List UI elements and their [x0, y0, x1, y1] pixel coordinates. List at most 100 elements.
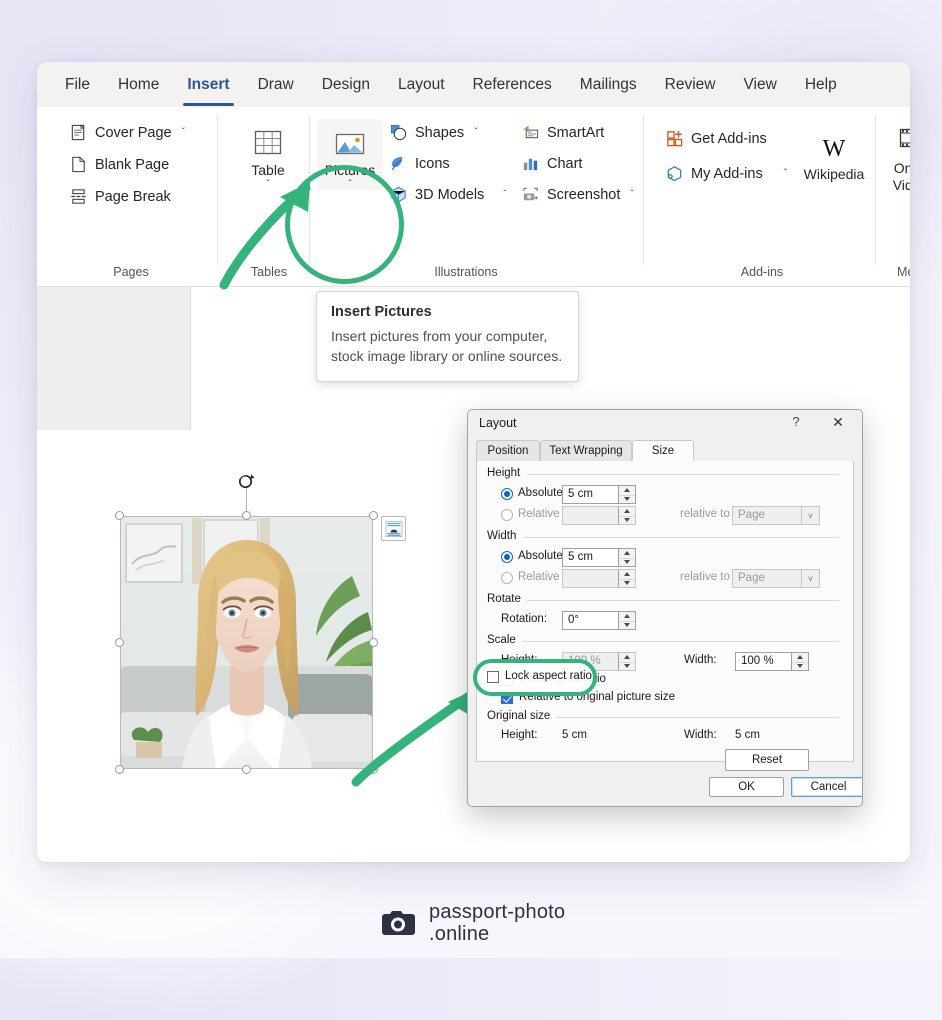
ribbon-tab-help[interactable]: Help: [795, 72, 847, 98]
height-relative-to-select[interactable]: Page ˅: [732, 506, 820, 525]
resize-handle-bottom-left[interactable]: [115, 765, 124, 774]
height-absolute-input[interactable]: 5 cm: [562, 485, 636, 504]
resize-handle-top-center[interactable]: [242, 511, 251, 520]
width-absolute-input[interactable]: 5 cm: [562, 548, 636, 567]
section-label-height: Height: [487, 467, 526, 479]
icons-button[interactable]: Icons: [385, 152, 454, 175]
chevron-down-icon[interactable]: ˇ: [182, 127, 185, 138]
screenshot-button[interactable]: Screenshot ˇ: [517, 183, 638, 206]
rotate-handle-icon[interactable]: [237, 472, 256, 491]
chevron-down-icon[interactable]: ˅: [801, 507, 819, 524]
height-relative-input[interactable]: [562, 506, 636, 525]
stepper-down-icon[interactable]: [619, 621, 635, 630]
stepper-down-icon[interactable]: [619, 516, 635, 525]
ribbon-tab-references[interactable]: References: [463, 72, 562, 98]
my-add-ins-button[interactable]: My Add-ins ˇ: [661, 162, 791, 185]
ribbon-tab-mailings[interactable]: Mailings: [570, 72, 647, 98]
lock-aspect-ratio-checkbox-overlay[interactable]: [487, 671, 499, 683]
chevron-down-icon[interactable]: ˅: [801, 570, 819, 587]
ribbon-tab-draw[interactable]: Draw: [248, 72, 304, 98]
stepper-down-icon[interactable]: [619, 495, 635, 504]
cover-page-button[interactable]: Cover Page ˇ: [65, 121, 189, 144]
relative-to-original-checkbox[interactable]: [501, 692, 513, 704]
stepper-down-icon[interactable]: [619, 662, 635, 671]
chevron-down-icon[interactable]: ˇ: [474, 127, 477, 138]
blank-page-button[interactable]: Blank Page: [65, 153, 173, 176]
ribbon-tab-file[interactable]: File: [55, 72, 100, 98]
ribbon-tab-home[interactable]: Home: [108, 72, 169, 98]
height-absolute-value: 5 cm: [568, 488, 593, 500]
blank-page-icon: [69, 155, 88, 174]
stepper-down-icon[interactable]: [619, 579, 635, 588]
ribbon-tab-design[interactable]: Design: [312, 72, 380, 98]
width-relative-input[interactable]: [562, 569, 636, 588]
reset-button[interactable]: Reset: [725, 749, 809, 771]
3d-models-button[interactable]: 3D Models ˇ: [385, 183, 511, 206]
help-icon[interactable]: ?: [786, 414, 806, 432]
width-relative-radio[interactable]: [501, 572, 513, 584]
scale-width-input[interactable]: 100 %: [735, 652, 809, 671]
brand-logo-text: passport-photo .online: [429, 901, 565, 946]
ok-button[interactable]: OK: [709, 777, 784, 797]
resize-handle-bottom-right[interactable]: [369, 765, 378, 774]
width-absolute-radio[interactable]: [501, 551, 513, 563]
page-break-button[interactable]: Page Break: [65, 185, 175, 208]
chevron-down-icon[interactable]: ˇ: [784, 168, 787, 179]
screenshot-label: Screenshot: [547, 187, 620, 203]
chevron-down-icon[interactable]: ˇ: [630, 189, 633, 200]
rotation-input[interactable]: 0°: [562, 611, 636, 630]
tab-size[interactable]: Size: [632, 440, 694, 461]
cancel-button[interactable]: Cancel: [791, 777, 863, 797]
height-relative-to-value: Page: [738, 509, 765, 521]
width-absolute-value: 5 cm: [568, 551, 593, 563]
scale-height-stepper[interactable]: [618, 653, 635, 670]
online-videos-button[interactable]: Online Videos: [881, 117, 910, 192]
resize-handle-bottom-center[interactable]: [242, 765, 251, 774]
get-add-ins-button[interactable]: Get Add-ins: [661, 127, 771, 150]
ribbon-tab-review[interactable]: Review: [655, 72, 726, 98]
resize-handle-middle-left[interactable]: [115, 638, 124, 647]
selected-picture[interactable]: [120, 516, 373, 769]
height-relative-stepper[interactable]: [618, 507, 635, 524]
tab-text-wrapping[interactable]: Text Wrapping: [540, 440, 632, 461]
ribbon-group-illustrations: Pictures ˇ Shapes ˇ Icons: [317, 107, 615, 287]
ribbon-tab-insert[interactable]: Insert: [177, 72, 239, 98]
resize-handle-middle-right[interactable]: [369, 638, 378, 647]
height-absolute-radio[interactable]: [501, 488, 513, 500]
table-button[interactable]: Table ˇ: [235, 119, 301, 190]
height-absolute-stepper[interactable]: [618, 486, 635, 503]
ribbon-tab-view[interactable]: View: [733, 72, 786, 98]
close-icon[interactable]: ✕: [828, 414, 848, 432]
ribbon-group-label-tables: Tables: [233, 265, 305, 279]
ribbon-group-addins: Get Add-ins My Add-ins ˇ W Wikipedia Add…: [651, 107, 873, 287]
chevron-down-icon[interactable]: ˇ: [503, 189, 506, 200]
page-break-icon: [69, 187, 88, 206]
scale-width-stepper[interactable]: [791, 653, 808, 670]
height-relative-radio[interactable]: [501, 509, 513, 521]
chevron-down-icon[interactable]: ˇ: [266, 180, 269, 190]
rotation-stepper[interactable]: [618, 612, 635, 629]
stepper-down-icon[interactable]: [619, 558, 635, 567]
wikipedia-button[interactable]: W Wikipedia: [795, 123, 873, 182]
shapes-button[interactable]: Shapes ˇ: [385, 121, 482, 144]
chart-label: Chart: [547, 156, 582, 172]
height-relative-label: Relative: [518, 508, 560, 520]
icons-label: Icons: [415, 156, 450, 172]
dialog-title: Layout: [479, 416, 517, 430]
chart-button[interactable]: Chart: [517, 152, 586, 175]
chevron-down-icon[interactable]: ˇ: [348, 180, 351, 190]
pictures-button[interactable]: Pictures ˇ: [317, 119, 383, 190]
stepper-down-icon[interactable]: [792, 662, 808, 671]
scale-height-input[interactable]: 100 %: [562, 652, 636, 671]
smartart-button[interactable]: SmartArt: [517, 121, 608, 144]
resize-handle-top-left[interactable]: [115, 511, 124, 520]
scale-width-value: 100 %: [741, 655, 774, 667]
width-absolute-stepper[interactable]: [618, 549, 635, 566]
tab-position[interactable]: Position: [476, 440, 540, 461]
width-relative-to-select[interactable]: Page ˅: [732, 569, 820, 588]
ribbon-tab-layout[interactable]: Layout: [388, 72, 455, 98]
layout-options-button[interactable]: [381, 516, 406, 541]
original-height-value: 5 cm: [562, 729, 587, 741]
width-relative-stepper[interactable]: [618, 570, 635, 587]
resize-handle-top-right[interactable]: [369, 511, 378, 520]
